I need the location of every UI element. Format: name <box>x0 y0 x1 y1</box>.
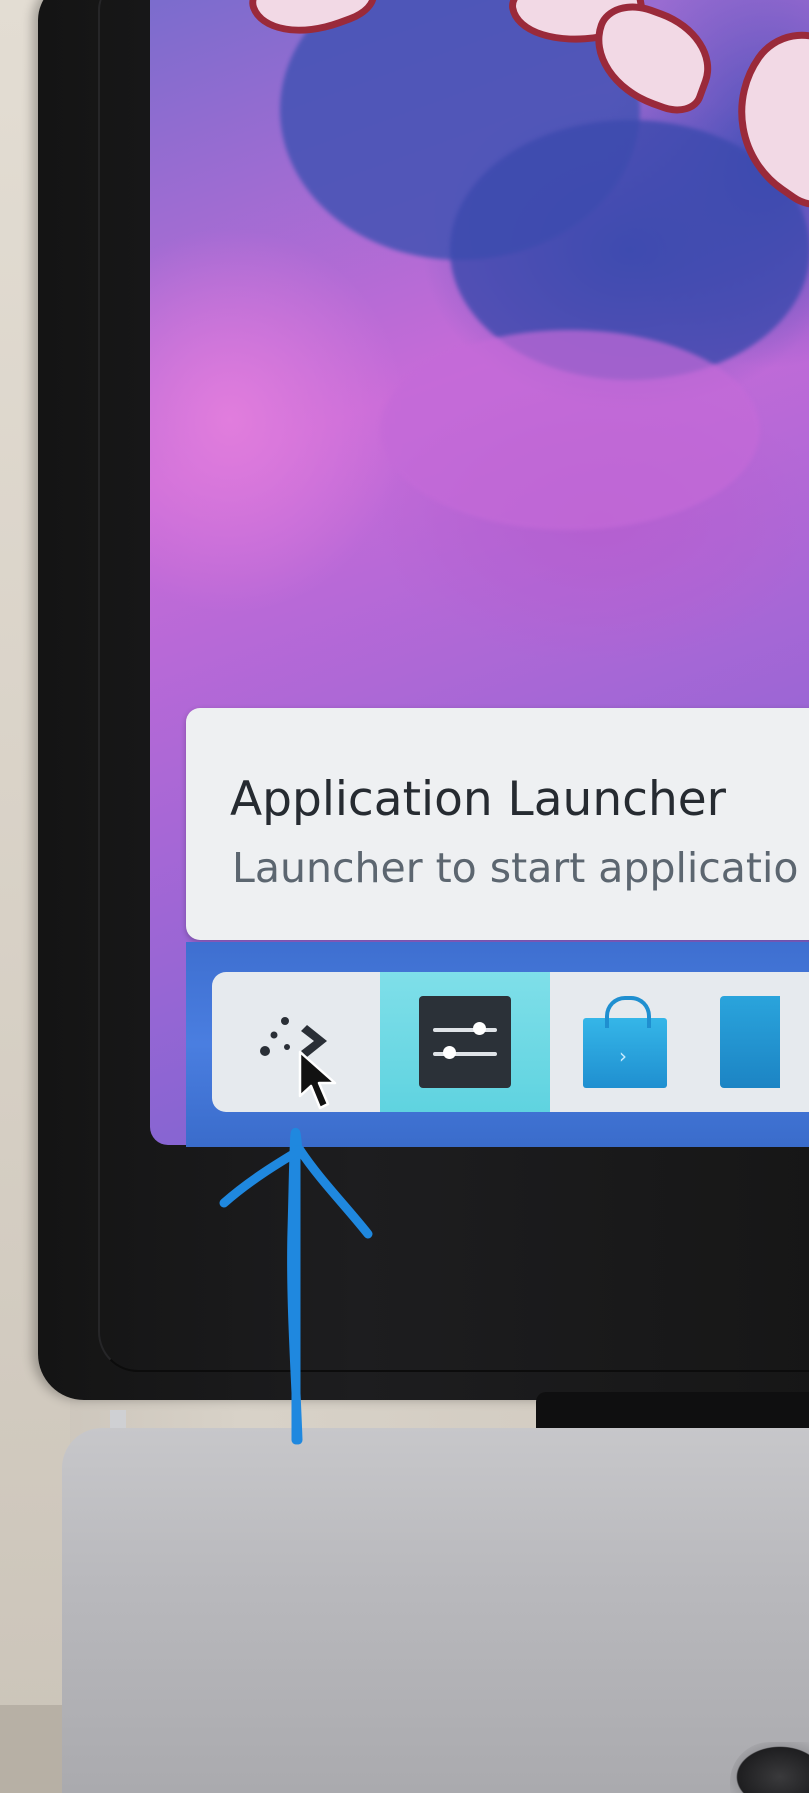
hand-drawn-arrow-up-icon <box>219 1127 373 1445</box>
photo-scene: Application Launcher Launcher to start a… <box>0 0 809 1793</box>
